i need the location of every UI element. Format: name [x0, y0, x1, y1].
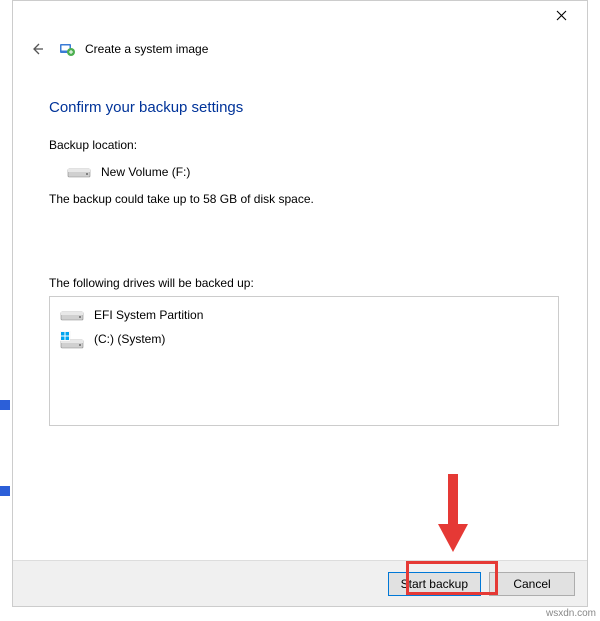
backup-location-row: New Volume (F:) [49, 162, 559, 182]
edge-marker [0, 486, 10, 496]
hdd-icon [67, 164, 91, 180]
button-bar: Start backup Cancel [13, 560, 587, 606]
wizard-title: Create a system image [85, 42, 208, 56]
titlebar [13, 1, 587, 31]
start-backup-button[interactable]: Start backup [388, 572, 481, 596]
backup-location-label: Backup location: [49, 138, 559, 152]
back-arrow-icon [29, 41, 45, 57]
disk-space-text: The backup could take up to 58 GB of dis… [49, 192, 559, 206]
drive-efi-label: EFI System Partition [94, 308, 203, 322]
backup-location-value: New Volume (F:) [101, 165, 190, 179]
hdd-icon [60, 307, 84, 323]
dialog-window: Create a system image Confirm your backu… [12, 0, 588, 607]
page-title: Confirm your backup settings [49, 99, 559, 116]
edge-marker [0, 400, 10, 410]
drives-section-label: The following drives will be backed up: [49, 276, 559, 290]
drive-system-label: (C:) (System) [94, 332, 165, 346]
close-icon [556, 8, 567, 24]
list-item: EFI System Partition [58, 303, 550, 327]
watermark: wsxdn.com [546, 608, 596, 619]
close-button[interactable] [541, 2, 581, 30]
windows-drive-icon [60, 331, 84, 347]
list-item: (C:) (System) [58, 327, 550, 351]
wizard-header: Create a system image [13, 31, 587, 67]
drives-listbox: EFI System Partition [49, 296, 559, 426]
content-area: Confirm your backup settings Backup loca… [13, 67, 587, 430]
system-image-icon [59, 41, 75, 57]
back-button[interactable] [25, 37, 49, 61]
cancel-button[interactable]: Cancel [489, 572, 575, 596]
